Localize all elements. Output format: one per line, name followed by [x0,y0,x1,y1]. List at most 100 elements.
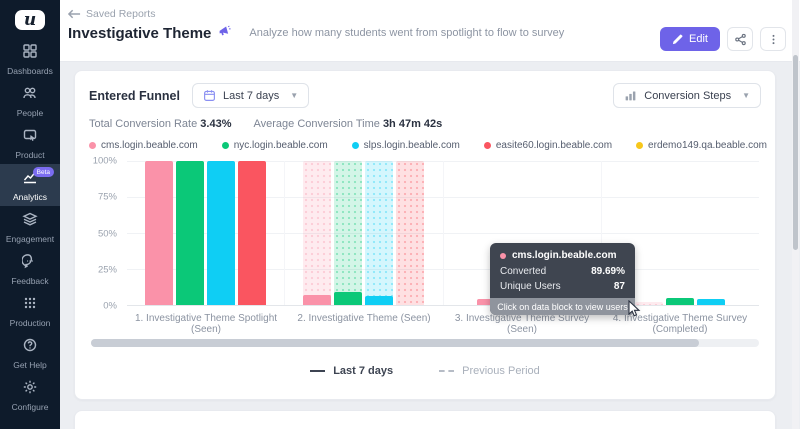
page-header: Saved Reports Investigative Theme Analyz… [60,0,800,62]
x-axis: 1. Investigative Theme Spotlight (Seen)2… [127,313,759,335]
total-conversion-label: Total Conversion Rate [89,118,197,130]
legend-label: slps.login.beable.com [364,140,460,151]
view-selector-dropdown[interactable]: Conversion Steps ▼ [613,83,761,108]
tooltip-row-value: 87 [614,281,625,292]
funnel-bar[interactable] [145,161,173,305]
sidebar-item-label: Product [15,150,44,160]
sidebar-item-label: Configure [12,402,49,412]
total-conversion-stat: Total Conversion Rate 3.43% [89,118,232,130]
legend-item[interactable]: easite60.login.beable.com [484,140,612,151]
breakdown-card: Breakdown [74,410,776,429]
legend-dot [222,142,229,149]
funnel-bar[interactable] [666,298,694,305]
legend-item[interactable]: cms.login.beable.com [89,140,198,151]
tooltip-row-label: Unique Users [500,281,561,292]
sidebar-item-feedback[interactable]: Feedback [0,248,60,290]
avg-conversion-stat: Average Conversion Time 3h 47m 42s [254,118,443,130]
funnel-chart: 100%75%50%25%0% 1. Investigative Theme S… [89,161,761,331]
bar-slot [365,161,393,305]
bar-slot [334,161,362,305]
tooltip-title: cms.login.beable.com [512,250,616,261]
y-tick-label: 100% [93,156,117,167]
sidebar-item-dashboards[interactable]: Dashboards [0,38,60,80]
page-scrollbar-thumb[interactable] [793,55,798,250]
dashboards-icon [22,43,38,66]
legend-item[interactable]: nyc.login.beable.com [222,140,328,151]
page-scrollbar[interactable] [792,0,799,429]
x-axis-label: 2. Investigative Theme (Seen) [285,313,443,335]
app-logo[interactable]: u [15,10,45,30]
dashed-line-swatch [439,370,454,372]
page-subtitle: Analyze how many students went from spot… [249,27,564,39]
funnel-bar[interactable] [238,161,266,305]
view-selector-value: Conversion Steps [644,90,731,102]
sidebar-item-production[interactable]: Production [0,290,60,332]
funnel-bar[interactable] [697,299,725,305]
sidebar-item-product[interactable]: Product [0,122,60,164]
chevron-down-icon: ▼ [742,91,750,100]
kebab-menu-icon [767,33,780,46]
y-tick-label: 50% [98,228,117,239]
bar-slot [635,161,663,305]
bar-slot [396,161,424,305]
y-axis: 100%75%50%25%0% [89,161,121,306]
pencil-icon [672,34,683,45]
y-tick-label: 75% [98,192,117,203]
sidebar-item-label: Engagement [6,234,54,244]
funnel-bar-previous[interactable] [365,161,393,305]
funnel-bar[interactable] [207,161,235,305]
sidebar-item-label: Get Help [13,360,47,370]
funnel-step-group [285,161,443,305]
sidebar-item-label: Feedback [11,276,48,286]
legend-label: cms.login.beable.com [101,140,198,151]
date-range-value: Last 7 days [223,90,279,102]
more-options-button[interactable] [760,27,786,51]
people-icon [22,85,38,108]
bar-slot [207,161,235,305]
legend-dot [636,142,643,149]
y-tick-label: 0% [103,301,117,312]
legend-item[interactable]: erdemo149.qa.beable.com [636,140,767,151]
date-range-picker[interactable]: Last 7 days ▼ [192,83,309,108]
sidebar-item-get-help[interactable]: Get Help [0,332,60,374]
sidebar-item-configure[interactable]: Configure [0,374,60,416]
sidebar-item-engagement[interactable]: Engagement [0,206,60,248]
legend-current-period[interactable]: Last 7 days [310,365,393,377]
sidebar-item-label: Dashboards [7,66,53,76]
calendar-icon [203,89,216,102]
avg-conversion-value: 3h 47m 42s [383,118,442,130]
sidebar-item-label: People [17,108,43,118]
page-title: Investigative Theme [68,25,211,42]
chart-horizontal-scrollbar[interactable] [91,339,759,347]
funnel-bar[interactable] [176,161,204,305]
funnel-bar[interactable] [365,296,393,305]
mouse-cursor [628,300,641,323]
bar-slot [303,161,331,305]
funnel-bar-previous[interactable] [396,161,424,305]
share-button[interactable] [727,27,753,51]
legend-label: nyc.login.beable.com [234,140,328,151]
legend-label: easite60.login.beable.com [496,140,612,151]
legend-dot [484,142,491,149]
back-link[interactable]: Saved Reports [68,8,786,20]
chat-bubble-icon [22,253,38,276]
edit-button[interactable]: Edit [660,27,720,51]
tooltip-row: Unique Users 87 [500,281,625,292]
sidebar-item-people[interactable]: People [0,80,60,122]
legend-previous-period[interactable]: Previous Period [439,365,540,377]
funnel-title: Entered Funnel [89,89,180,103]
tooltip-series-dot [500,253,506,259]
funnel-bar-previous[interactable] [303,161,331,305]
chevron-down-icon: ▼ [290,91,298,100]
funnel-bar[interactable] [303,295,331,305]
tooltip-row-label: Converted [500,266,546,277]
x-axis-label: 4. Investigative Theme Survey (Completed… [601,313,759,335]
funnel-bar-previous[interactable] [334,161,362,305]
scrollbar-thumb[interactable] [91,339,699,347]
legend-item[interactable]: slps.login.beable.com [352,140,460,151]
x-axis-label: 3. Investigative Theme Survey (Seen) [443,313,601,335]
y-tick-label: 25% [98,264,117,275]
funnel-bar[interactable] [334,292,362,305]
funnel-card: Entered Funnel Last 7 days ▼ Conversion … [74,70,776,400]
sidebar-item-analytics[interactable]: Beta Analytics [0,164,60,206]
